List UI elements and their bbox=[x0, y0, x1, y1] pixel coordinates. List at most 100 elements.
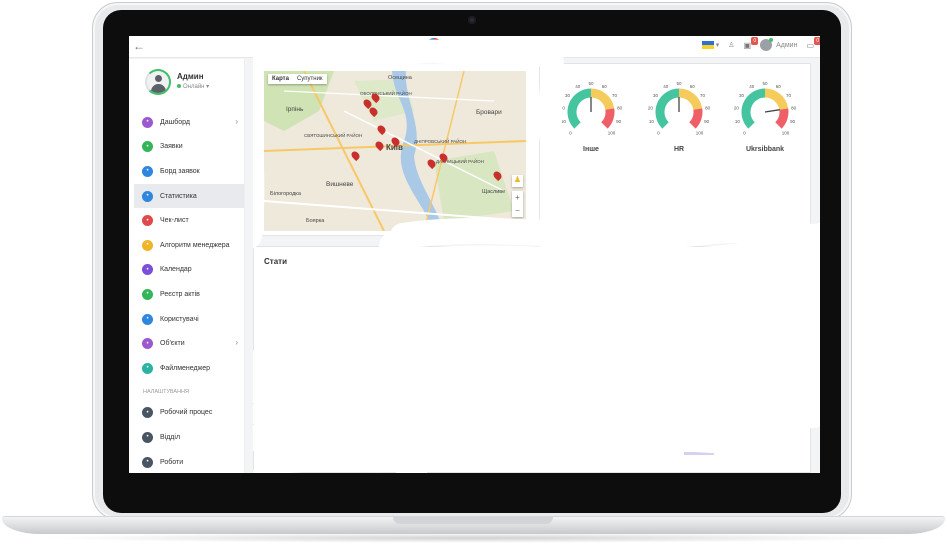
calendar-icon: • bbox=[142, 264, 153, 276]
gauge-tick-label: 80 bbox=[617, 106, 623, 111]
sidebar-item-monitor[interactable]: • Дашборд › bbox=[134, 110, 244, 135]
chevron-down-icon: ▾ bbox=[715, 42, 720, 49]
gauge-label: HR bbox=[673, 146, 685, 153]
gauge-tick-label: 70 bbox=[700, 93, 706, 98]
sidebar-item-registry[interactable]: • Реєстр актів bbox=[134, 282, 244, 307]
sidebar-item-label: Дашборд bbox=[160, 118, 190, 126]
gauge-tick-label: 10 bbox=[561, 119, 567, 124]
city-label: Боярка bbox=[306, 218, 325, 224]
sidebar-item-tools[interactable]: • Роботи bbox=[134, 450, 244, 473]
gauge-tick-label: 0 bbox=[743, 131, 746, 136]
sidebar-item-label: Чек-лист bbox=[160, 217, 189, 225]
gauge-dial: 0 10 20 30 40 50 60 70 80 90 100 bbox=[734, 81, 797, 136]
sidebar-item-label: Статистика bbox=[160, 192, 197, 200]
gauge-tick-label: 60 bbox=[690, 84, 696, 89]
bar-fragment bbox=[314, 466, 320, 471]
sidebar-item-label: Алгоритм менеджера bbox=[160, 241, 230, 249]
gauge-tick-label: 30 bbox=[653, 93, 659, 98]
sidebar-item-users[interactable]: • Користувачі bbox=[134, 307, 244, 332]
language-selector[interactable]: ▾ bbox=[701, 41, 720, 49]
gauge-dial: 0 10 20 30 40 50 60 70 80 90 100 bbox=[560, 81, 623, 136]
gauge-tick-label: 70 bbox=[612, 93, 618, 98]
user-name: Админ bbox=[776, 41, 798, 49]
gauge-tick-label: 40 bbox=[663, 84, 669, 89]
sidebar-item-board[interactable]: • Борд заявок bbox=[134, 159, 244, 184]
sidebar: Админ Онлайн ▾ • Дашборд › • Заявки • Борд зая… bbox=[129, 59, 245, 473]
user-menu[interactable]: Админ bbox=[760, 38, 798, 51]
sidebar-menu: • Дашборд › • Заявки • Борд заявок • Статистика •… bbox=[134, 110, 244, 473]
gauge-tick-label: 40 bbox=[575, 84, 581, 89]
street-view-icon[interactable]: ♟ bbox=[512, 175, 523, 187]
registry-icon: • bbox=[142, 288, 153, 300]
settings-section-label: НАЛАШТУВАННЯ bbox=[143, 388, 190, 395]
bar-fragment bbox=[414, 412, 418, 420]
map[interactable]: Карта Супутник Ірпінь Київ Бровари Вишне… bbox=[264, 71, 526, 231]
sidebar-item-bulb[interactable]: • Алгоритм менеджера bbox=[134, 233, 244, 258]
sidebar-item-briefcase[interactable]: • Об'єкти › bbox=[134, 331, 244, 356]
bar-fragment bbox=[684, 452, 714, 455]
tab-satellite[interactable]: Супутник bbox=[293, 74, 327, 84]
monitor-icon: • bbox=[142, 116, 153, 128]
gauge-segment bbox=[688, 108, 703, 129]
gauge-dial: 0 10 20 30 40 50 60 70 80 90 100 bbox=[648, 81, 711, 136]
app-logo bbox=[426, 38, 442, 54]
profile-status[interactable]: Онлайн ▾ bbox=[177, 83, 209, 90]
gauge-label: Ukrsibbank bbox=[745, 146, 785, 153]
avatar bbox=[760, 38, 774, 51]
sidebar-item-label: Відділ bbox=[160, 433, 181, 441]
laptop-notch bbox=[393, 517, 553, 524]
status-label: Онлайн bbox=[183, 84, 205, 90]
district-label: ОБОЛОНСЬКИЙ РАЙОН bbox=[360, 91, 412, 96]
gauge-tick-label: 80 bbox=[791, 106, 797, 111]
gauge-tick-label: 40 bbox=[749, 84, 755, 89]
statistics-card: Стати bbox=[253, 246, 811, 473]
briefcase-icon: • bbox=[142, 338, 153, 350]
bulb-icon: • bbox=[142, 239, 153, 251]
zoom-out-button[interactable]: − bbox=[512, 204, 523, 217]
sidebar-item-folder[interactable]: • Файлменеджер bbox=[134, 356, 244, 381]
gauge-tick-label: 20 bbox=[560, 106, 566, 111]
ukraine-flag-icon bbox=[701, 41, 714, 49]
message-icon: ▭ bbox=[806, 40, 814, 50]
board-icon: • bbox=[142, 165, 153, 177]
city-label: Білогородка bbox=[270, 191, 301, 197]
sidebar-item-tag[interactable]: • Заявки bbox=[134, 135, 244, 160]
online-dot-icon bbox=[177, 84, 181, 89]
gauge-tick-label: 20 bbox=[648, 106, 654, 111]
map-copyright: Дані карт ©2017 Google bbox=[452, 224, 508, 230]
city-label: Осещина bbox=[388, 75, 412, 81]
webcam-icon bbox=[468, 16, 476, 24]
district-label: ДНІПРОВСЬКИЙ РАЙОН bbox=[414, 139, 467, 144]
app-screen: ← ▾ ♙ ▣ 0 Админ ▭ 0 Админ Онлайн ▾ • Даш… bbox=[129, 36, 820, 473]
gauge-tick-label: 90 bbox=[704, 119, 710, 124]
sidebar-item-label: Роботи bbox=[160, 458, 184, 466]
gauge-0: 0 10 20 30 40 50 60 70 80 90 100 Інше bbox=[556, 74, 626, 154]
laptop-mockup: ← ▾ ♙ ▣ 0 Админ ▭ 0 Админ Онлайн ▾ • Даш… bbox=[0, 0, 947, 560]
sidebar-item-label: Користувачі bbox=[160, 315, 199, 323]
chevron-right-icon: › bbox=[235, 338, 238, 348]
folder-icon: • bbox=[142, 362, 153, 374]
statistics-chart-remnant bbox=[314, 412, 714, 471]
messages-button[interactable]: ▭ 0 bbox=[806, 36, 820, 50]
laptop-shadow bbox=[40, 533, 907, 543]
zoom-in-button[interactable]: + bbox=[512, 191, 523, 204]
arrow-left-icon[interactable]: ← bbox=[133, 39, 145, 53]
sidebar-item-flag[interactable]: • Робочий процес bbox=[134, 401, 244, 426]
gauge-tick-label: 90 bbox=[616, 119, 622, 124]
tab-map[interactable]: Карта bbox=[268, 74, 293, 84]
sidebar-item-building[interactable]: • Відділ bbox=[134, 425, 244, 450]
message-badge: 0 bbox=[814, 36, 820, 45]
city-label: Вишневе bbox=[326, 181, 354, 188]
sidebar-item-chart[interactable]: • Статистика bbox=[134, 183, 244, 209]
gauge-tick-label: 90 bbox=[790, 119, 796, 124]
sidebar-item-calendar[interactable]: • Календар bbox=[134, 258, 244, 283]
users-icon: • bbox=[142, 313, 153, 325]
profile-name: Админ bbox=[177, 72, 204, 81]
user-profile[interactable]: Админ Онлайн ▾ bbox=[145, 69, 245, 103]
sidebar-item-label: Файлменеджер bbox=[160, 364, 211, 372]
gauge-tick-label: 100 bbox=[782, 131, 790, 136]
user-icon[interactable]: ♙ bbox=[728, 41, 734, 49]
district-label: СВЯТОШИНСЬКИЙ РАЙОН bbox=[304, 133, 363, 138]
sidebar-item-checklist[interactable]: • Чек-лист bbox=[134, 208, 244, 233]
notifications-button[interactable]: ▣ 0 bbox=[744, 36, 759, 50]
